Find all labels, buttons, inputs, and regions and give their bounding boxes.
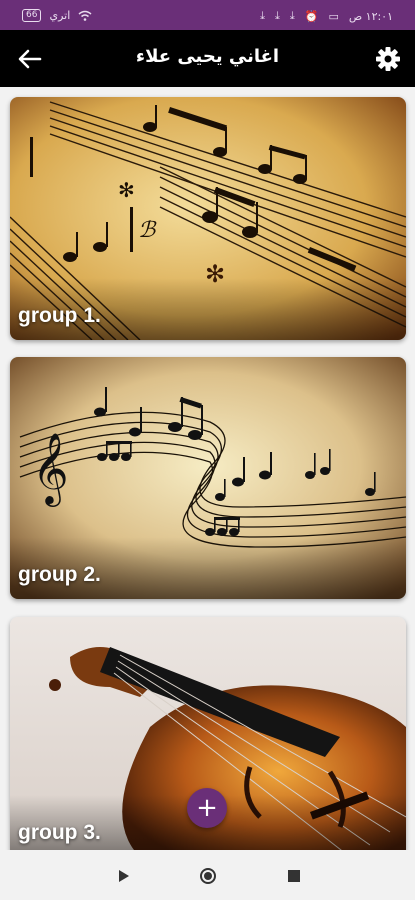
svg-text:✻: ✻ <box>118 178 135 202</box>
alarm-icon: ⏰ <box>304 9 319 23</box>
battery-icon: 66 <box>22 9 42 22</box>
group-card-2[interactable]: 𝄞 group 2. <box>10 357 406 599</box>
add-fab-button[interactable]: + <box>187 788 227 828</box>
group-label: group 1. <box>18 304 101 327</box>
status-bar: 66 اتري ⤓ ⤓ ⤓ ⏰ ▭ ١٢:٠١ ص <box>0 0 415 30</box>
wifi-icon <box>78 10 92 21</box>
groups-list[interactable]: ✻ ✻ ℬ group 1. 𝄞 group 2. group 3. <box>0 87 415 850</box>
status-left: 66 اتري <box>22 9 92 22</box>
network-label: اتري <box>49 9 71 22</box>
download-icon: ⤓ <box>275 9 280 22</box>
page-title: اغاني يحيى علاء <box>135 46 280 67</box>
group-label: group 2. <box>18 563 101 586</box>
home-circle-icon[interactable] <box>199 867 217 885</box>
svg-text:ℬ: ℬ <box>138 218 157 243</box>
download-icon: ⤓ <box>289 9 295 22</box>
clock: ١٢:٠١ ص <box>348 9 393 23</box>
group-label: group 3. <box>18 821 101 844</box>
svg-text:𝄞: 𝄞 <box>32 431 69 507</box>
system-nav-bar <box>0 850 415 900</box>
status-right: ⤓ ⤓ ⤓ ⏰ ▭ ١٢:٠١ ص <box>260 9 393 23</box>
download-icon: ⤓ <box>260 9 265 22</box>
sim-icon: ▭ <box>328 9 339 23</box>
app-bar: اغاني يحيى علاء <box>0 30 415 87</box>
group-card-1[interactable]: ✻ ✻ ℬ group 1. <box>10 97 406 340</box>
recents-square-icon[interactable] <box>285 867 303 885</box>
gear-icon[interactable] <box>375 46 401 72</box>
plus-icon: + <box>196 793 218 823</box>
back-triangle-icon[interactable] <box>115 867 133 885</box>
